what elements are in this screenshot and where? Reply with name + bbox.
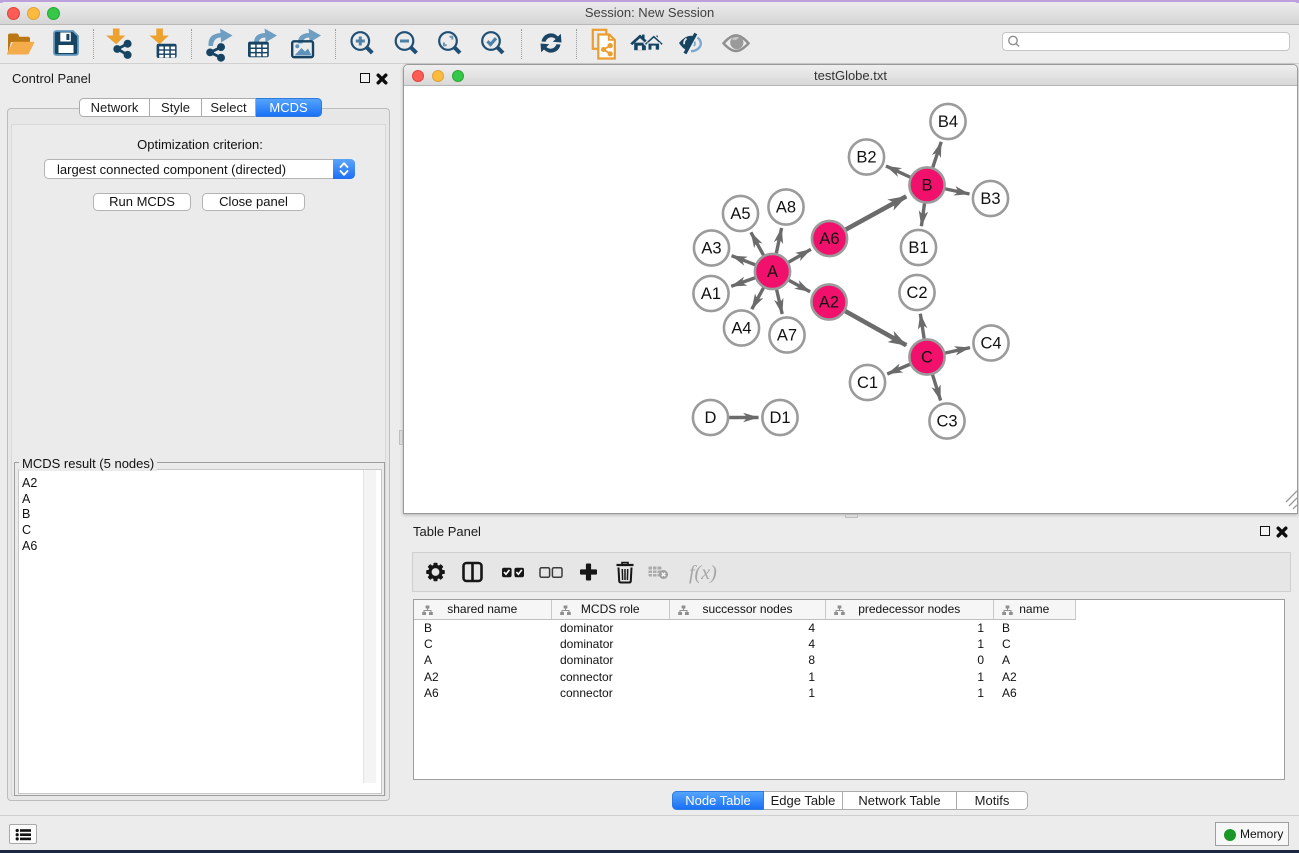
svg-text:A1: A1 <box>701 285 721 303</box>
svg-text:C2: C2 <box>906 284 927 302</box>
svg-text:f(x): f(x) <box>689 562 717 584</box>
svg-text:B1: B1 <box>908 239 928 257</box>
svg-text:A3: A3 <box>701 240 721 258</box>
svg-text:A4: A4 <box>731 320 751 338</box>
svg-text:A6: A6 <box>819 230 839 248</box>
svg-text:A5: A5 <box>730 205 750 223</box>
svg-text:A2: A2 <box>819 294 839 312</box>
svg-text:C3: C3 <box>936 413 957 431</box>
svg-text:D: D <box>705 409 717 427</box>
svg-text:B3: B3 <box>980 190 1000 208</box>
svg-text:B2: B2 <box>856 149 876 167</box>
svg-text:C: C <box>921 349 933 367</box>
svg-text:D1: D1 <box>769 409 790 427</box>
svg-text:A: A <box>767 263 778 281</box>
svg-text:B: B <box>921 177 932 195</box>
svg-text:B4: B4 <box>938 113 958 131</box>
svg-text:A8: A8 <box>776 199 796 217</box>
svg-text:C4: C4 <box>980 335 1001 353</box>
svg-text:C1: C1 <box>857 374 878 392</box>
svg-text:A7: A7 <box>777 327 797 345</box>
